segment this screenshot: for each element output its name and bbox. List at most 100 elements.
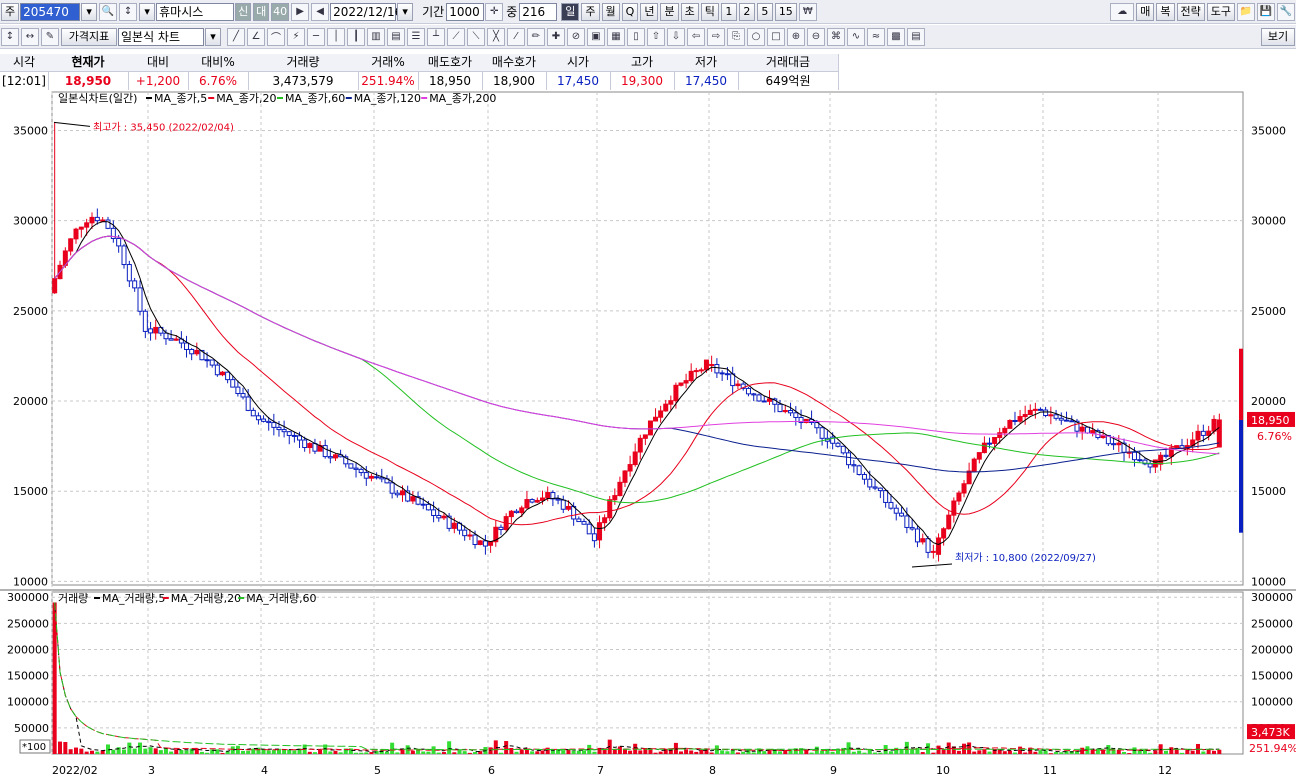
vline-icon[interactable]: │ (327, 27, 345, 46)
legend-swatch (345, 97, 352, 99)
interval-button[interactable]: 월 (601, 2, 620, 21)
wave2-icon[interactable]: ≈ (867, 27, 885, 46)
date-dropdown-button[interactable]: ▾ (397, 2, 414, 21)
volume-bar (1116, 749, 1121, 754)
date-input[interactable]: 2022/12/16 (330, 2, 402, 21)
quote-value: 19,300 (621, 74, 663, 88)
interval-button[interactable]: 15 (774, 2, 797, 21)
arrow-right-icon[interactable]: ⇨ (707, 27, 725, 46)
interval-button[interactable]: Q (621, 2, 639, 21)
stock-code-input[interactable]: 205470 (20, 2, 81, 21)
indicator-button[interactable]: 가격지표 (61, 27, 117, 46)
eraser-icon[interactable]: ⊘ (567, 27, 585, 46)
volume-bar (977, 750, 982, 754)
quote-column: 고가 19,300 (610, 54, 675, 90)
candle-body (663, 403, 669, 412)
hline-icon[interactable]: ─ (307, 27, 325, 46)
sort-icon[interactable]: ↕ (119, 2, 138, 21)
candle-body (930, 550, 936, 553)
interval-button[interactable]: 5 (756, 2, 773, 21)
interval-button[interactable]: 1 (720, 2, 737, 21)
candle-body (121, 245, 127, 266)
chart-area[interactable]: 10000 10000 15000 15000 20000 20000 25000 25000… (0, 90, 1296, 778)
tools-button[interactable]: 도구 (1206, 2, 1235, 21)
menu-icon[interactable]: ☰ (407, 27, 425, 46)
arc-icon[interactable]: ⌒ (267, 27, 285, 46)
export-icon[interactable]: ▤ (907, 27, 925, 46)
candle-body (1211, 418, 1217, 432)
wrench-icon[interactable]: 🔧 (1277, 2, 1295, 21)
arrow-left-icon[interactable]: ⇦ (687, 27, 705, 46)
interval-button[interactable]: 일 (561, 2, 580, 21)
price-tick-left: 30000 (13, 215, 48, 228)
interval-button[interactable]: 분 (660, 2, 679, 21)
quote-header: 현재가 (48, 54, 128, 72)
volume-bar (1153, 750, 1158, 754)
chart-type-dropdown-button[interactable]: ▾ (205, 27, 221, 46)
list-dropdown-button[interactable]: ▾ (139, 2, 156, 21)
save-icon[interactable]: 💾 (1257, 2, 1275, 21)
volume-bar (735, 752, 740, 754)
duplicate-button[interactable]: 복 (1156, 2, 1175, 21)
interval-button[interactable]: 2 (738, 2, 755, 21)
candle-body (658, 410, 664, 418)
interval-button[interactable]: 년 (640, 2, 659, 21)
view-button[interactable]: 보기 (1261, 27, 1295, 46)
candle-body (703, 359, 709, 371)
print-icon[interactable]: ▩ (887, 27, 905, 46)
interval-button[interactable]: 주 (581, 2, 600, 21)
copy-icon[interactable]: ⎘ (727, 27, 745, 46)
strategy-button[interactable]: 전략 (1176, 2, 1205, 21)
candle-body (653, 416, 659, 422)
arrow-leftright-icon[interactable]: ↔ (21, 27, 39, 46)
candle-body (1195, 430, 1201, 441)
settings-icon[interactable]: ⌘ (827, 27, 845, 46)
baseline-icon[interactable]: ┴ (427, 27, 445, 46)
angle-icon[interactable]: ∠ (247, 27, 265, 46)
grid-icon[interactable]: ▥ (367, 27, 385, 46)
arrow-down-icon[interactable]: ⇩ (667, 27, 685, 46)
won-icon[interactable]: ₩ (798, 2, 817, 21)
arrow-up-icon[interactable]: ⇧ (647, 27, 665, 46)
stock-name-field[interactable]: 휴마시스 (156, 2, 235, 21)
arrow-updown-icon[interactable]: ↕ (1, 27, 19, 46)
candle-body (861, 474, 867, 480)
color-icon[interactable]: ▣ (587, 27, 605, 46)
market-type-button[interactable]: 주 (1, 2, 20, 21)
slash-icon[interactable]: ⁄ (507, 27, 525, 46)
note-icon[interactable]: ▯ (627, 27, 645, 46)
folder-icon[interactable]: 📁 (1237, 2, 1255, 21)
play-right-icon[interactable]: ▶ (291, 2, 310, 21)
search-icon[interactable]: 🔍 (99, 2, 118, 21)
volume-bar (84, 751, 89, 754)
wave-icon[interactable]: ∿ (847, 27, 865, 46)
zoom-in-icon[interactable]: ⊕ (787, 27, 805, 46)
vline2-icon[interactable]: ┃ (347, 27, 365, 46)
cross-icon[interactable]: ╳ (487, 27, 505, 46)
pencil-icon[interactable]: ✏ (527, 27, 545, 46)
trade-button[interactable]: 매 (1136, 2, 1155, 21)
volume-tick-left: 300000 (7, 591, 49, 604)
fan-icon[interactable]: ⚡ (287, 27, 305, 46)
trend-down-icon[interactable]: ⟍ (467, 27, 485, 46)
interval-button[interactable]: 초 (680, 2, 699, 21)
interval-button[interactable]: 틱 (700, 2, 719, 21)
candle-body (148, 328, 154, 334)
line-icon[interactable]: ╱ (227, 27, 245, 46)
plus-icon[interactable]: ✚ (547, 27, 565, 46)
table-icon[interactable]: ▦ (607, 27, 625, 46)
grid2-icon[interactable]: ▤ (387, 27, 405, 46)
edit-icon[interactable]: ✎ (41, 27, 59, 46)
candle-body (627, 464, 633, 472)
zoom-out-icon[interactable]: ⊖ (807, 27, 825, 46)
circle-icon[interactable]: ○ (747, 27, 765, 46)
cloud-icon[interactable]: ☁ (1110, 2, 1135, 21)
trend-up-icon[interactable]: ⟋ (447, 27, 465, 46)
code-dropdown-button[interactable]: ▾ (81, 2, 98, 21)
rect-icon[interactable]: □ (767, 27, 785, 46)
zoom-input[interactable]: 216 (519, 2, 558, 21)
period-input[interactable]: 1000 (446, 2, 485, 21)
chart-type-select[interactable]: 일본식 차트 (118, 27, 204, 46)
crosshair-icon[interactable]: ✛ (485, 2, 504, 21)
play-left-icon[interactable]: ◀ (311, 2, 330, 21)
